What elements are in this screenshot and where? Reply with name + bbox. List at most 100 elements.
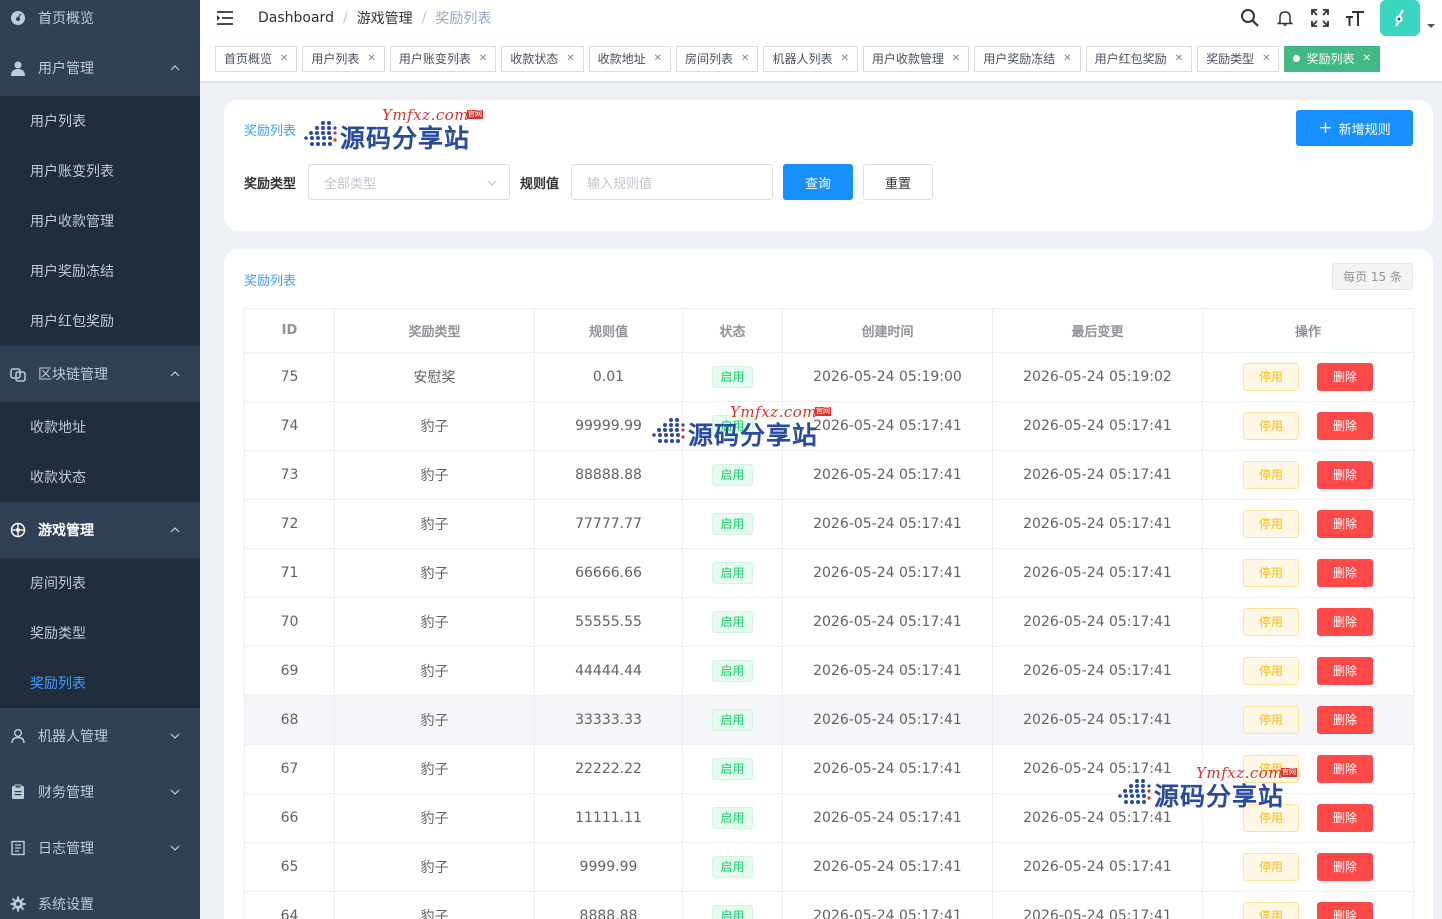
user-icon (10, 60, 26, 76)
tag-label: 用户收款管理 (871, 52, 944, 66)
close-icon[interactable]: ✕ (1262, 53, 1270, 64)
sidebar-item-reward-list[interactable]: 奖励列表 (0, 658, 200, 708)
tag-home[interactable]: 首页概览 ✕ (215, 45, 298, 72)
breadcrumb-game-management[interactable]: 游戏管理 (357, 8, 413, 28)
delete-button[interactable]: 删除 (1317, 559, 1373, 587)
tag-payment-address[interactable]: 收款地址 ✕ (588, 45, 672, 72)
sidebar-item-payment-address[interactable]: 收款地址 (0, 402, 200, 452)
avatar[interactable] (1380, 0, 1420, 36)
tag-user-red-packet[interactable]: 用户红包奖励 ✕ (1085, 45, 1193, 72)
rule-value-input[interactable]: 输入规则值 (571, 164, 774, 200)
column-header-status: 状态 (682, 308, 783, 353)
top-navbar: Dashboard / 游戏管理 / 奖励列表 (200, 0, 1442, 36)
tag-user-payment-mgmt[interactable]: 用户收款管理 ✕ (862, 45, 970, 72)
menu-blockchain-management[interactable]: 区块链管理 (0, 346, 200, 402)
menu-user-management[interactable]: 用户管理 (0, 40, 200, 96)
search-icon[interactable] (1240, 8, 1260, 28)
tag-reward-types[interactable]: 奖励类型 ✕ (1197, 45, 1280, 72)
cell-reward-type: 豹子 (334, 597, 535, 647)
sidebar-item-payment-status[interactable]: 收款状态 (0, 452, 200, 502)
menu-robot-management[interactable]: 机器人管理 (0, 708, 200, 764)
close-icon[interactable]: ✕ (1175, 53, 1183, 64)
tag-payment-status[interactable]: 收款状态 ✕ (501, 45, 584, 72)
disable-button[interactable]: 停用 (1243, 706, 1299, 734)
font-size-icon[interactable] (1345, 8, 1365, 28)
cell-rule-value: 11111.11 (534, 793, 683, 843)
cell-updated-time: 2026-05-24 05:17:41 (992, 597, 1203, 647)
tag-room-list[interactable]: 房间列表 ✕ (676, 45, 759, 72)
delete-button[interactable]: 删除 (1317, 804, 1373, 832)
delete-button[interactable]: 删除 (1317, 706, 1373, 734)
close-icon[interactable]: ✕ (1362, 53, 1370, 64)
disable-button[interactable]: 停用 (1243, 461, 1299, 489)
page-size-badge[interactable]: 每页 15 条 (1332, 263, 1413, 290)
cell-reward-type: 豹子 (334, 499, 535, 549)
column-header-id: ID (244, 308, 335, 353)
disable-button[interactable]: 停用 (1243, 657, 1299, 685)
close-icon[interactable]: ✕ (741, 53, 749, 64)
delete-button[interactable]: 删除 (1317, 363, 1373, 391)
caret-down-icon[interactable] (1426, 22, 1436, 30)
close-icon[interactable]: ✕ (952, 53, 960, 64)
delete-button[interactable]: 删除 (1317, 755, 1373, 783)
cell-actions: 停用 删除 (1202, 401, 1414, 451)
close-icon[interactable]: ✕ (479, 53, 487, 64)
tag-robot-list[interactable]: 机器人列表 ✕ (763, 45, 858, 72)
delete-button[interactable]: 删除 (1317, 902, 1373, 919)
watermark-logo: Ymfxz.com 官网 源码分享站 (1117, 764, 1297, 811)
reward-type-select[interactable]: 全部类型 (308, 164, 511, 200)
delete-button[interactable]: 删除 (1317, 412, 1373, 440)
sidebar-item-user-red-packet[interactable]: 用户红包奖励 (0, 296, 200, 346)
disable-button[interactable]: 停用 (1243, 510, 1299, 538)
rule-value-label: 规则值 (520, 176, 560, 192)
cell-reward-type: 豹子 (334, 891, 535, 919)
close-icon[interactable]: ✕ (840, 53, 848, 64)
close-icon[interactable]: ✕ (280, 53, 288, 64)
tag-reward-list[interactable]: 奖励列表 ✕ (1284, 45, 1380, 72)
close-icon[interactable]: ✕ (1063, 53, 1071, 64)
fullscreen-icon[interactable] (1310, 8, 1330, 28)
bell-icon[interactable] (1275, 8, 1295, 28)
disable-button[interactable]: 停用 (1243, 853, 1299, 881)
menu-system-label: 系统设置 (38, 897, 94, 913)
tag-user-reward-freeze[interactable]: 用户奖励冻结 ✕ (974, 45, 1081, 72)
menu-home[interactable]: 首页概览 (0, 0, 200, 40)
menu-system-settings[interactable]: 系统设置 (0, 876, 200, 919)
close-icon[interactable]: ✕ (367, 53, 375, 64)
reset-button[interactable]: 重置 (863, 164, 934, 200)
disable-button[interactable]: 停用 (1243, 559, 1299, 587)
delete-button[interactable]: 删除 (1317, 657, 1373, 685)
close-icon[interactable]: ✕ (654, 53, 662, 64)
sidebar-item-user-payment-mgmt[interactable]: 用户收款管理 (0, 196, 200, 246)
tag-label: 用户红包奖励 (1094, 52, 1167, 66)
add-rule-button[interactable]: + 新增规则 (1296, 110, 1413, 146)
tag-user-balance-changes[interactable]: 用户账变列表 ✕ (389, 45, 497, 72)
disable-button[interactable]: 停用 (1243, 412, 1299, 440)
menu-robot-label: 机器人管理 (38, 729, 108, 745)
delete-button[interactable]: 删除 (1317, 510, 1373, 538)
sidebar-item-reward-types[interactable]: 奖励类型 (0, 608, 200, 658)
cell-updated-time: 2026-05-24 05:19:02 (992, 352, 1203, 402)
delete-button[interactable]: 删除 (1317, 461, 1373, 489)
menu-log-management[interactable]: 日志管理 (0, 820, 200, 876)
query-button[interactable]: 查询 (783, 164, 854, 200)
status-badge: 启用 (712, 611, 753, 633)
disable-button[interactable]: 停用 (1243, 902, 1299, 919)
menu-game-management[interactable]: 游戏管理 (0, 502, 200, 558)
delete-button[interactable]: 删除 (1317, 853, 1373, 881)
cell-rule-value: 55555.55 (534, 597, 683, 647)
sidebar-item-user-balance-changes[interactable]: 用户账变列表 (0, 146, 200, 196)
table-row: 70 豹子 55555.55 启用 2026-05-24 05:17:41 2026-05… (244, 597, 1414, 647)
close-icon[interactable]: ✕ (566, 53, 574, 64)
hamburger-icon[interactable] (216, 10, 234, 26)
sidebar-item-room-list[interactable]: 房间列表 (0, 558, 200, 608)
watermark-dots-icon (304, 121, 337, 146)
menu-finance-management[interactable]: 财务管理 (0, 764, 200, 820)
breadcrumb-dashboard[interactable]: Dashboard (258, 10, 334, 26)
sidebar-item-user-list[interactable]: 用户列表 (0, 96, 200, 146)
delete-button[interactable]: 删除 (1317, 608, 1373, 636)
sidebar-item-user-reward-freeze[interactable]: 用户奖励冻结 (0, 246, 200, 296)
disable-button[interactable]: 停用 (1243, 363, 1299, 391)
tag-user-list[interactable]: 用户列表 ✕ (302, 45, 385, 72)
disable-button[interactable]: 停用 (1243, 608, 1299, 636)
